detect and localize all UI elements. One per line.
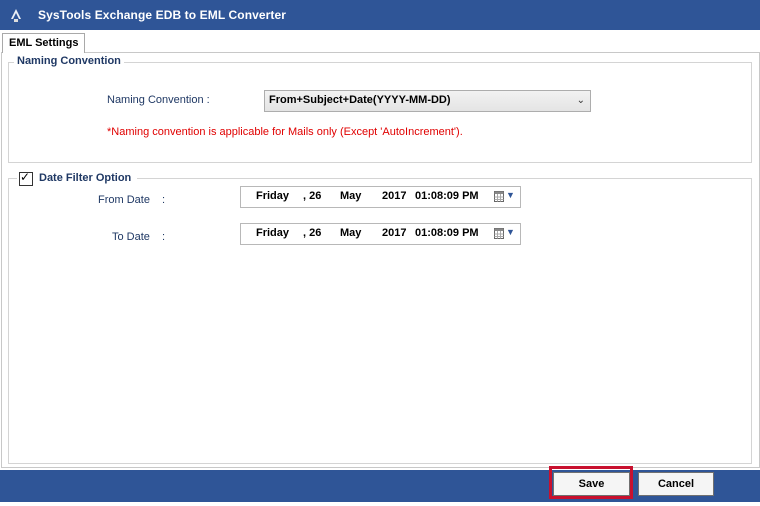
dropdown-arrow-icon[interactable]: ▼ [506,227,515,237]
to-date-colon: : [162,231,166,243]
calendar-icon[interactable] [494,228,504,239]
from-day-name[interactable]: Friday [256,190,289,202]
from-date-colon: : [162,194,166,206]
naming-convention-note: *Naming convention is applicable for Mai… [107,126,463,138]
chevron-down-icon: ⌄ [576,95,585,106]
naming-convention-legend: Naming Convention [14,55,124,67]
from-date-picker[interactable]: Friday , 26 May 2017 01:08:09 PM ▼ [240,186,521,208]
app-logo-icon [11,9,21,22]
to-time[interactable]: 01:08:09 PM [415,227,479,239]
naming-convention-label: Naming Convention : [107,94,210,106]
window-title: SysTools Exchange EDB to EML Converter [38,8,287,22]
naming-convention-select[interactable]: From+Subject+Date(YYYY-MM-DD) ⌄ [264,90,591,112]
naming-convention-group [8,62,752,163]
from-time[interactable]: 01:08:09 PM [415,190,479,202]
date-filter-group [8,178,752,464]
naming-convention-value: From+Subject+Date(YYYY-MM-DD) [269,94,451,106]
to-day-name[interactable]: Friday [256,227,289,239]
date-filter-checkbox[interactable]: ✓ [19,170,33,186]
save-button[interactable]: Save [553,472,630,496]
to-month[interactable]: May [340,227,361,239]
from-month[interactable]: May [340,190,361,202]
date-filter-legend: Date Filter Option [39,172,132,184]
tab-eml-settings[interactable]: EML Settings [2,33,86,53]
dropdown-arrow-icon[interactable]: ▼ [506,190,515,200]
from-date-label: From Date [98,194,150,206]
to-date-label: To Date [112,231,150,243]
cancel-button[interactable]: Cancel [638,472,714,496]
checkmark-icon: ✓ [20,170,31,184]
calendar-icon[interactable] [494,191,504,202]
to-date-picker[interactable]: Friday , 26 May 2017 01:08:09 PM ▼ [240,223,521,245]
to-year[interactable]: 2017 [382,227,406,239]
from-day[interactable]: , 26 [303,190,321,202]
from-year[interactable]: 2017 [382,190,406,202]
to-day[interactable]: , 26 [303,227,321,239]
title-bar: SysTools Exchange EDB to EML Converter [0,0,760,30]
